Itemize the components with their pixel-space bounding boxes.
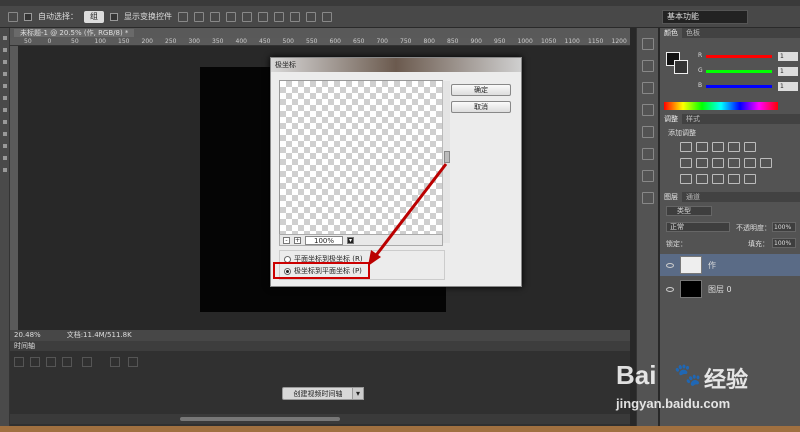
watermark-brand: Bai bbox=[616, 360, 657, 390]
taskbar bbox=[0, 426, 800, 432]
watermark-url: jingyan.baidu.com bbox=[616, 396, 731, 411]
watermark-brand2: 经验 bbox=[704, 367, 749, 392]
paw-icon: 🐾 bbox=[674, 362, 702, 387]
baidu-jingyan-watermark: Bai 🐾 经验 jingyan.baidu.com bbox=[610, 340, 800, 420]
